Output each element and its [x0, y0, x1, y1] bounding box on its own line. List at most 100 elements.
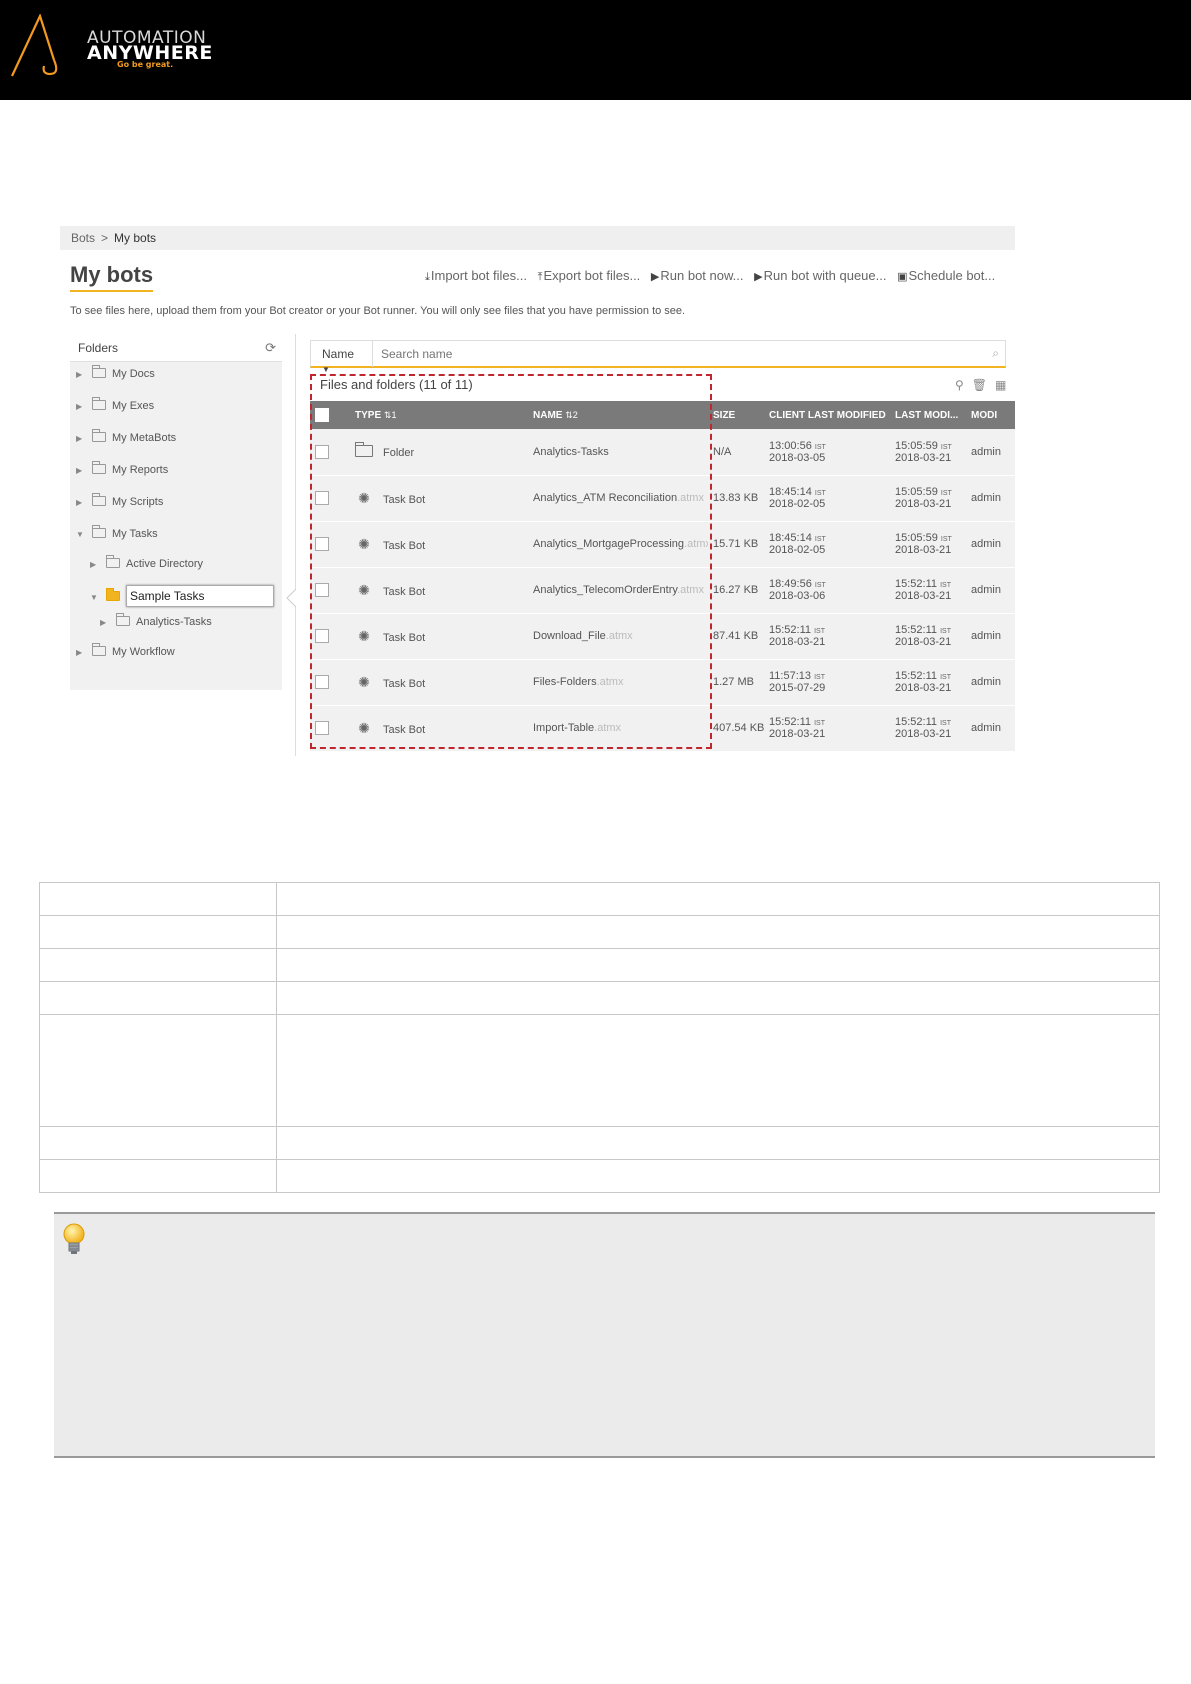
table-row[interactable]: ✺ Task Bot Import-Table.atmx 407.54 KB 15:52… [310, 705, 1015, 752]
folder-icon [355, 441, 373, 457]
row-select-cell [310, 705, 350, 752]
folder-icon [92, 365, 106, 378]
name-cell[interactable]: Files-Folders.atmx [528, 659, 708, 706]
folder-item[interactable]: ▶ My Docs [76, 365, 155, 390]
zoom-icon[interactable]: ⚲ [955, 378, 964, 392]
task-bot-icon: ✺ [358, 535, 370, 552]
play-icon: ▶ [650, 271, 660, 283]
import-button[interactable]: ⤓Import bot files... [425, 268, 527, 283]
run-queue-button[interactable]: ▶Run bot with queue... [754, 268, 886, 283]
last-modified-cell: 15:52:11 IST 2018-03-21 [890, 705, 966, 752]
refresh-icon[interactable]: ⟳ [265, 340, 276, 356]
type-cell: ✺ Task Bot [350, 705, 528, 752]
row-select-cell [310, 567, 350, 614]
task-bot-icon: ✺ [358, 627, 370, 644]
name-cell[interactable]: Import-Table.atmx [528, 705, 708, 752]
columns-icon[interactable]: ▦ [995, 378, 1006, 392]
table-row[interactable]: Folder Analytics-Tasks N/A 13:00:56 IST 2018… [310, 429, 1015, 476]
client-modified-cell: 11:57:13 IST 2015-07-29 [764, 659, 890, 706]
client-modified-cell: 18:45:14 IST 2018-02-05 [764, 521, 890, 568]
calendar-icon: ▣ [897, 271, 908, 283]
client-modified-cell: 15:52:11 IST 2018-03-21 [764, 705, 890, 752]
row-checkbox[interactable] [315, 537, 329, 551]
folder-item[interactable]: ▶ Active Directory [90, 555, 203, 580]
size-cell: 13.83 KB [708, 475, 764, 522]
caret-right-icon[interactable]: ▶ [100, 618, 110, 627]
header-bar: AUTOMATION ANYWHERE Go be great. [0, 0, 1191, 100]
upload-icon: ⤒ [537, 271, 543, 283]
client-modified-cell: 15:52:11 IST 2018-03-21 [764, 613, 890, 660]
folder-item-selected[interactable]: ▼ Sample Tasks [90, 585, 274, 607]
task-bot-icon: ✺ [358, 673, 370, 690]
search-input[interactable] [381, 347, 941, 361]
search-field-select[interactable]: Name ▼ [311, 341, 373, 374]
brand-tagline: Go be great. [117, 60, 174, 69]
caret-right-icon[interactable]: ▶ [90, 560, 100, 569]
select-all-checkbox[interactable] [315, 408, 329, 422]
table-row[interactable]: ✺ Task Bot Download_File.atmx 87.41 KB 15:52… [310, 613, 1015, 660]
row-checkbox[interactable] [315, 583, 329, 597]
table-row[interactable]: ✺ Task Bot Analytics_MortgageProcessing.at… [310, 521, 1015, 568]
folder-icon [92, 493, 106, 506]
folder-item[interactable]: ▶ My Scripts [76, 493, 163, 518]
table-row[interactable]: ✺ Task Bot Analytics_TelecomOrderEntry.atm… [310, 567, 1015, 614]
tip-box [54, 1212, 1155, 1458]
col-name[interactable]: NAME ⇅2 [528, 401, 708, 429]
schedule-button[interactable]: ▣Schedule bot... [897, 268, 995, 283]
caret-right-icon[interactable]: ▶ [76, 434, 86, 443]
run-now-button[interactable]: ▶Run bot now... [651, 268, 744, 283]
caret-right-icon[interactable]: ▶ [76, 402, 86, 411]
folder-rename-input[interactable]: Sample Tasks [126, 585, 274, 607]
caret-down-icon[interactable]: ▼ [90, 593, 100, 602]
row-checkbox[interactable] [315, 629, 329, 643]
folder-item[interactable]: ▼ My Tasks [76, 525, 158, 550]
col-type[interactable]: TYPE ⇅1 [350, 401, 528, 429]
folder-item[interactable]: ▶ My MetaBots [76, 429, 176, 454]
row-checkbox[interactable] [315, 675, 329, 689]
search-icon[interactable]: ⌕ [992, 346, 999, 361]
panel-divider [295, 334, 296, 756]
folder-item[interactable]: ▶ My Workflow [76, 643, 175, 668]
name-cell[interactable]: Download_File.atmx [528, 613, 708, 660]
folder-item[interactable]: ▶ Analytics-Tasks [100, 613, 212, 638]
size-cell: 16.27 KB [708, 567, 764, 614]
col-size[interactable]: SIZE [708, 401, 764, 429]
list-actions: ⚲ 🗑 ▦ [947, 378, 1006, 392]
caret-down-icon[interactable]: ▼ [76, 530, 86, 539]
list-title: Files and folders (11 of 11) [320, 377, 473, 392]
folder-item[interactable]: ▶ My Exes [76, 397, 154, 422]
modified-by-cell: admin [966, 475, 1015, 522]
row-select-cell [310, 521, 350, 568]
name-cell[interactable]: Analytics-Tasks [528, 429, 708, 476]
type-cell: Folder [350, 429, 528, 476]
folder-item[interactable]: ▶ My Reports [76, 461, 168, 486]
table-row[interactable]: ✺ Task Bot Files-Folders.atmx 1.27 MB 11:57:… [310, 659, 1015, 706]
folders-title: Folders [78, 341, 119, 355]
breadcrumb-current: My bots [114, 231, 157, 245]
type-cell: ✺ Task Bot [350, 567, 528, 614]
caret-right-icon[interactable]: ▶ [76, 370, 86, 379]
col-last-modified[interactable]: LAST MODI... [890, 401, 966, 429]
col-modified-by[interactable]: MODI [966, 401, 1015, 429]
modified-by-cell: admin [966, 659, 1015, 706]
row-checkbox[interactable] [315, 491, 329, 505]
row-checkbox[interactable] [315, 444, 329, 459]
table-row [39, 882, 1160, 916]
table-row [39, 1159, 1160, 1193]
name-cell[interactable]: Analytics_TelecomOrderEntry.atmx [528, 567, 708, 614]
trash-icon[interactable]: 🗑 [972, 378, 987, 392]
breadcrumb-root[interactable]: Bots [71, 231, 95, 245]
name-cell[interactable]: Analytics_ATM Reconciliation.atmx [528, 475, 708, 522]
table-row[interactable]: ✺ Task Bot Analytics_ATM Reconciliation.at… [310, 475, 1015, 522]
open-folder-icon [106, 588, 120, 601]
col-client-modified[interactable]: CLIENT LAST MODIFIED [764, 401, 890, 429]
name-cell[interactable]: Analytics_MortgageProcessing.atmx [528, 521, 708, 568]
caret-right-icon[interactable]: ▶ [76, 648, 86, 657]
export-button[interactable]: ⤒Export bot files... [538, 268, 641, 283]
caret-right-icon[interactable]: ▶ [76, 466, 86, 475]
task-bot-icon: ✺ [358, 581, 370, 598]
row-checkbox[interactable] [315, 721, 329, 735]
properties-table [39, 882, 1160, 1193]
table-row [39, 981, 1160, 1015]
caret-right-icon[interactable]: ▶ [76, 498, 86, 507]
